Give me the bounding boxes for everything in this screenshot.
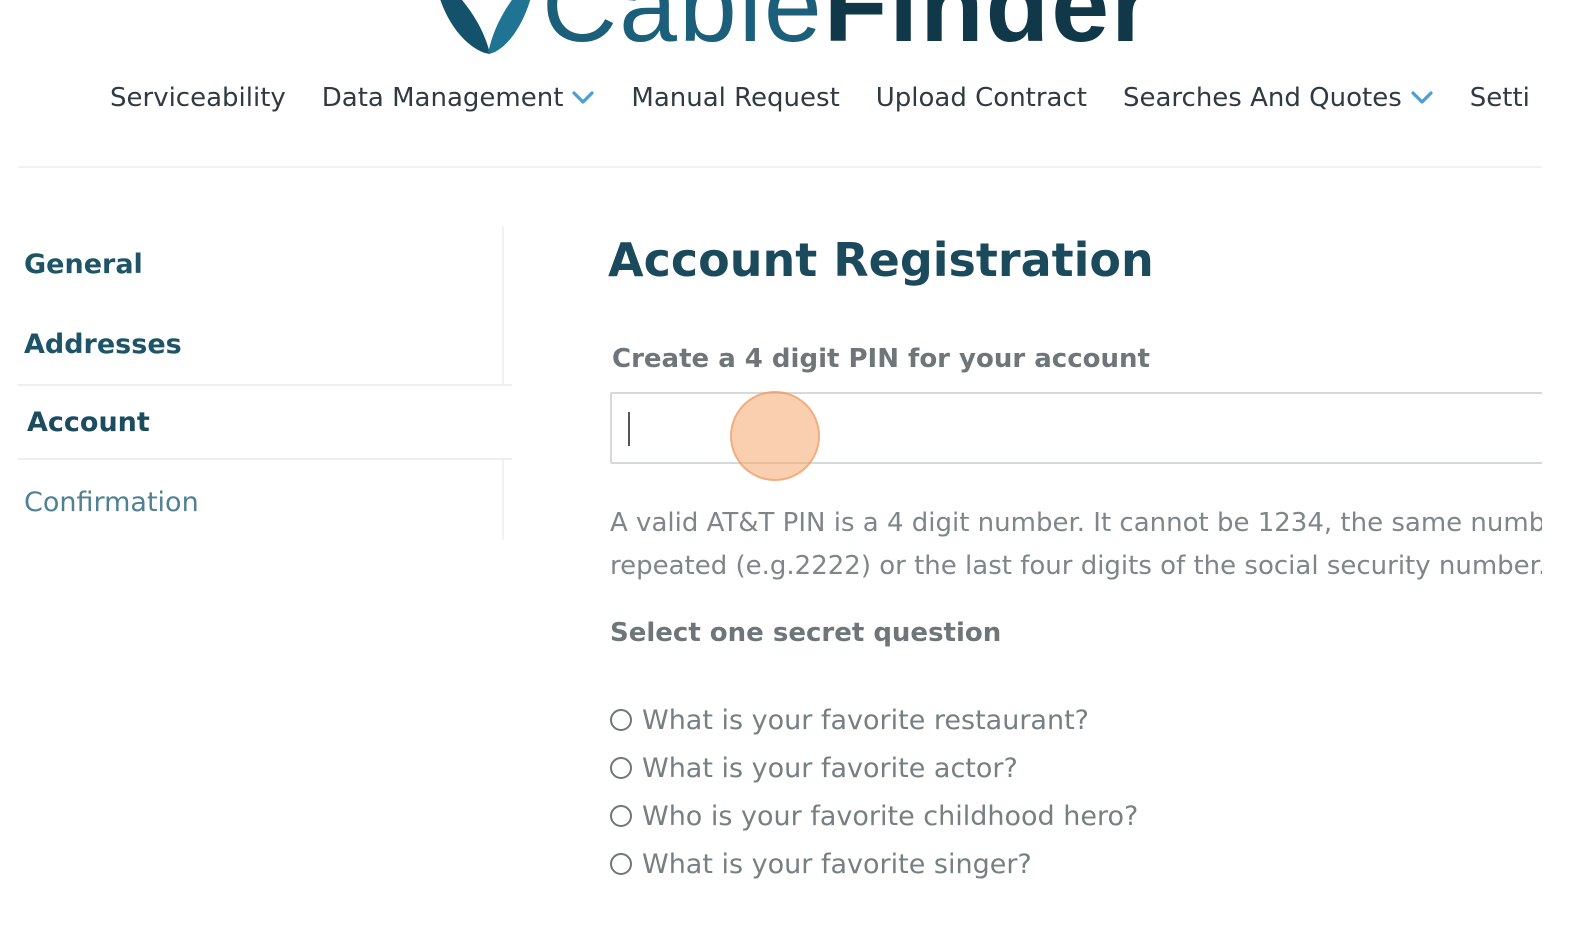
- secret-question-label: Select one secret question: [610, 618, 1002, 648]
- secret-question-option[interactable]: What is your favorite restaurant?: [610, 696, 1138, 744]
- nav-manual-request[interactable]: Manual Request: [631, 83, 839, 113]
- secret-question-list: What is your favorite restaurant? What i…: [610, 696, 1138, 882]
- question-text: Who is your favorite childhood hero?: [642, 800, 1139, 832]
- nav-data-management[interactable]: Data Management: [322, 83, 596, 113]
- pin-input[interactable]: [610, 392, 1542, 464]
- nav-label: Serviceability: [110, 83, 286, 113]
- nav-serviceability[interactable]: Serviceability: [110, 83, 286, 113]
- pin-help-line-1: A valid AT&T PIN is a 4 digit number. It…: [610, 508, 1542, 538]
- pin-help-line-2: repeated (e.g.2222) or the last four dig…: [610, 551, 1542, 581]
- chevron-down-icon: [572, 91, 595, 104]
- question-text: What is your favorite actor?: [642, 752, 1018, 784]
- top-navigation: Serviceability Data Management Manual Re…: [110, 78, 1542, 118]
- radio-button[interactable]: [610, 709, 632, 731]
- secret-question-option[interactable]: What is your favorite singer?: [610, 840, 1138, 882]
- radio-button[interactable]: [610, 757, 632, 779]
- registration-steps-sidebar: General Addresses Account Confirmation: [18, 226, 512, 540]
- nav-label: Manual Request: [631, 83, 840, 113]
- secret-question-option[interactable]: Who is your favorite childhood hero?: [610, 792, 1138, 840]
- nav-label: Upload Contract: [875, 83, 1087, 113]
- logo-wordmark: CableFinder: [542, 0, 1154, 58]
- nav-searches-and-quotes[interactable]: Searches And Quotes: [1123, 83, 1434, 113]
- main-content: Account Registration Create a 4 digit PI…: [608, 222, 1542, 882]
- nav-label: Setti: [1469, 83, 1530, 113]
- page-title: Account Registration: [608, 233, 1154, 287]
- text-cursor: [628, 412, 630, 446]
- sidebar-item-addresses[interactable]: Addresses: [18, 306, 514, 382]
- chevron-down-icon: [1411, 91, 1433, 104]
- radio-button[interactable]: [610, 853, 632, 875]
- cablefinder-logo[interactable]: CableFinder: [430, 0, 1260, 58]
- sidebar-item-account[interactable]: Account: [18, 384, 512, 460]
- nav-settings[interactable]: Setti: [1470, 83, 1530, 113]
- nav-label: Searches And Quotes: [1122, 83, 1402, 113]
- logo-cable-text: Cable: [542, 0, 824, 64]
- question-text: What is your favorite singer?: [642, 848, 1032, 880]
- pin-field-label: Create a 4 digit PIN for your account: [612, 344, 1150, 374]
- leaf-logo-icon: [440, 0, 531, 54]
- secret-question-option[interactable]: What is your favorite actor?: [610, 744, 1138, 792]
- radio-button[interactable]: [610, 805, 632, 827]
- question-text: What is your favorite restaurant?: [642, 704, 1090, 736]
- nav-label: Data Management: [321, 83, 564, 113]
- pin-help-text: A valid AT&T PIN is a 4 digit number. It…: [610, 502, 1542, 588]
- sidebar-item-general[interactable]: General: [18, 226, 514, 302]
- sidebar-item-confirmation[interactable]: Confirmation: [18, 464, 514, 540]
- nav-upload-contract[interactable]: Upload Contract: [876, 83, 1087, 113]
- logo-finder-text: Finder: [823, 0, 1154, 64]
- header-divider: [18, 166, 1542, 168]
